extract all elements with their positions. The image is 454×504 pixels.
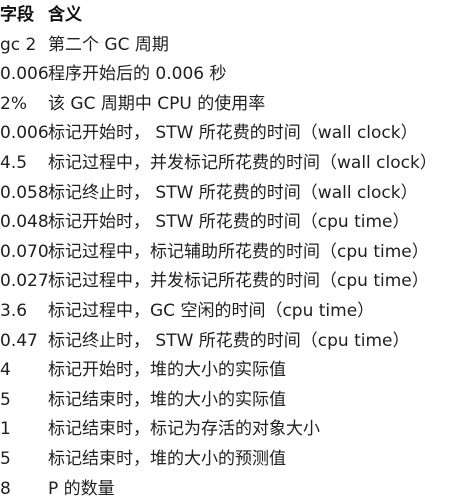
- field-cell: 4: [0, 356, 48, 386]
- meaning-cell: 标记结束时，标记为存活的对象大小: [48, 415, 454, 445]
- field-cell: 1: [0, 415, 48, 445]
- table-row: 1 标记结束时，标记为存活的对象大小: [0, 415, 454, 445]
- meaning-cell: 标记过程中，并发标记所花费的时间（cpu time）: [48, 267, 454, 297]
- field-cell: 0.027: [0, 267, 48, 297]
- header-field: 字段: [0, 1, 48, 31]
- table-row: 2% 该 GC 周期中 CPU 的使用率: [0, 90, 454, 120]
- field-cell: 0.006: [0, 119, 48, 149]
- meaning-cell: 标记开始时， STW 所花费的时间（wall clock）: [48, 119, 454, 149]
- table-row: 3.6 标记过程中，GC 空闲的时间（cpu time）: [0, 297, 454, 327]
- field-cell: 4.5: [0, 149, 48, 179]
- table-header-row: 字段 含义: [0, 1, 454, 31]
- table-row: 0.006 程序开始后的 0.006 秒: [0, 60, 454, 90]
- header-meaning: 含义: [48, 1, 454, 31]
- field-cell: 0.006: [0, 60, 48, 90]
- table-row: 0.47 标记终止时， STW 所花费的时间（cpu time）: [0, 327, 454, 357]
- table-row: 5 标记结束时，堆的大小的预测值: [0, 445, 454, 475]
- table-row: 4 标记开始时，堆的大小的实际值: [0, 356, 454, 386]
- meaning-cell: 标记过程中，标记辅助所花费的时间（cpu time）: [48, 238, 454, 268]
- meaning-cell: 该 GC 周期中 CPU 的使用率: [48, 90, 454, 120]
- table-row: 0.070 标记过程中，标记辅助所花费的时间（cpu time）: [0, 238, 454, 268]
- table-row: 0.058 标记终止时， STW 所花费的时间（wall clock）: [0, 179, 454, 209]
- table-row: 0.048 标记开始时， STW 所花费的时间（cpu time）: [0, 208, 454, 238]
- field-cell: 0.058: [0, 179, 48, 209]
- field-cell: 0.070: [0, 238, 48, 268]
- meaning-cell: 第二个 GC 周期: [48, 31, 454, 61]
- field-cell: 5: [0, 386, 48, 416]
- gc-trace-field-table: 字段 含义 gc 2 第二个 GC 周期 0.006 程序开始后的 0.006 …: [0, 0, 454, 504]
- table-row: 0.027 标记过程中，并发标记所花费的时间（cpu time）: [0, 267, 454, 297]
- table-row: 5 标记结束时，堆的大小的实际值: [0, 386, 454, 416]
- meaning-cell: 标记开始时，堆的大小的实际值: [48, 356, 454, 386]
- field-cell: 0.048: [0, 208, 48, 238]
- meaning-cell: 标记结束时，堆的大小的预测值: [48, 445, 454, 475]
- field-cell: 0.47: [0, 327, 48, 357]
- field-cell: 2%: [0, 90, 48, 120]
- meaning-cell: 标记开始时， STW 所花费的时间（cpu time）: [48, 208, 454, 238]
- table-row: 0.006 标记开始时， STW 所花费的时间（wall clock）: [0, 119, 454, 149]
- field-cell: 5: [0, 445, 48, 475]
- meaning-cell: 标记过程中，GC 空闲的时间（cpu time）: [48, 297, 454, 327]
- meaning-cell: 标记结束时，堆的大小的实际值: [48, 386, 454, 416]
- table-row: gc 2 第二个 GC 周期: [0, 31, 454, 61]
- meaning-cell: 程序开始后的 0.006 秒: [48, 60, 454, 90]
- field-cell: gc 2: [0, 31, 48, 61]
- meaning-cell: 标记终止时， STW 所花费的时间（wall clock）: [48, 179, 454, 209]
- field-cell: 3.6: [0, 297, 48, 327]
- meaning-cell: 标记终止时， STW 所花费的时间（cpu time）: [48, 327, 454, 357]
- meaning-cell: 标记过程中，并发标记所花费的时间（wall clock）: [48, 149, 454, 179]
- table-row: 4.5 标记过程中，并发标记所花费的时间（wall clock）: [0, 149, 454, 179]
